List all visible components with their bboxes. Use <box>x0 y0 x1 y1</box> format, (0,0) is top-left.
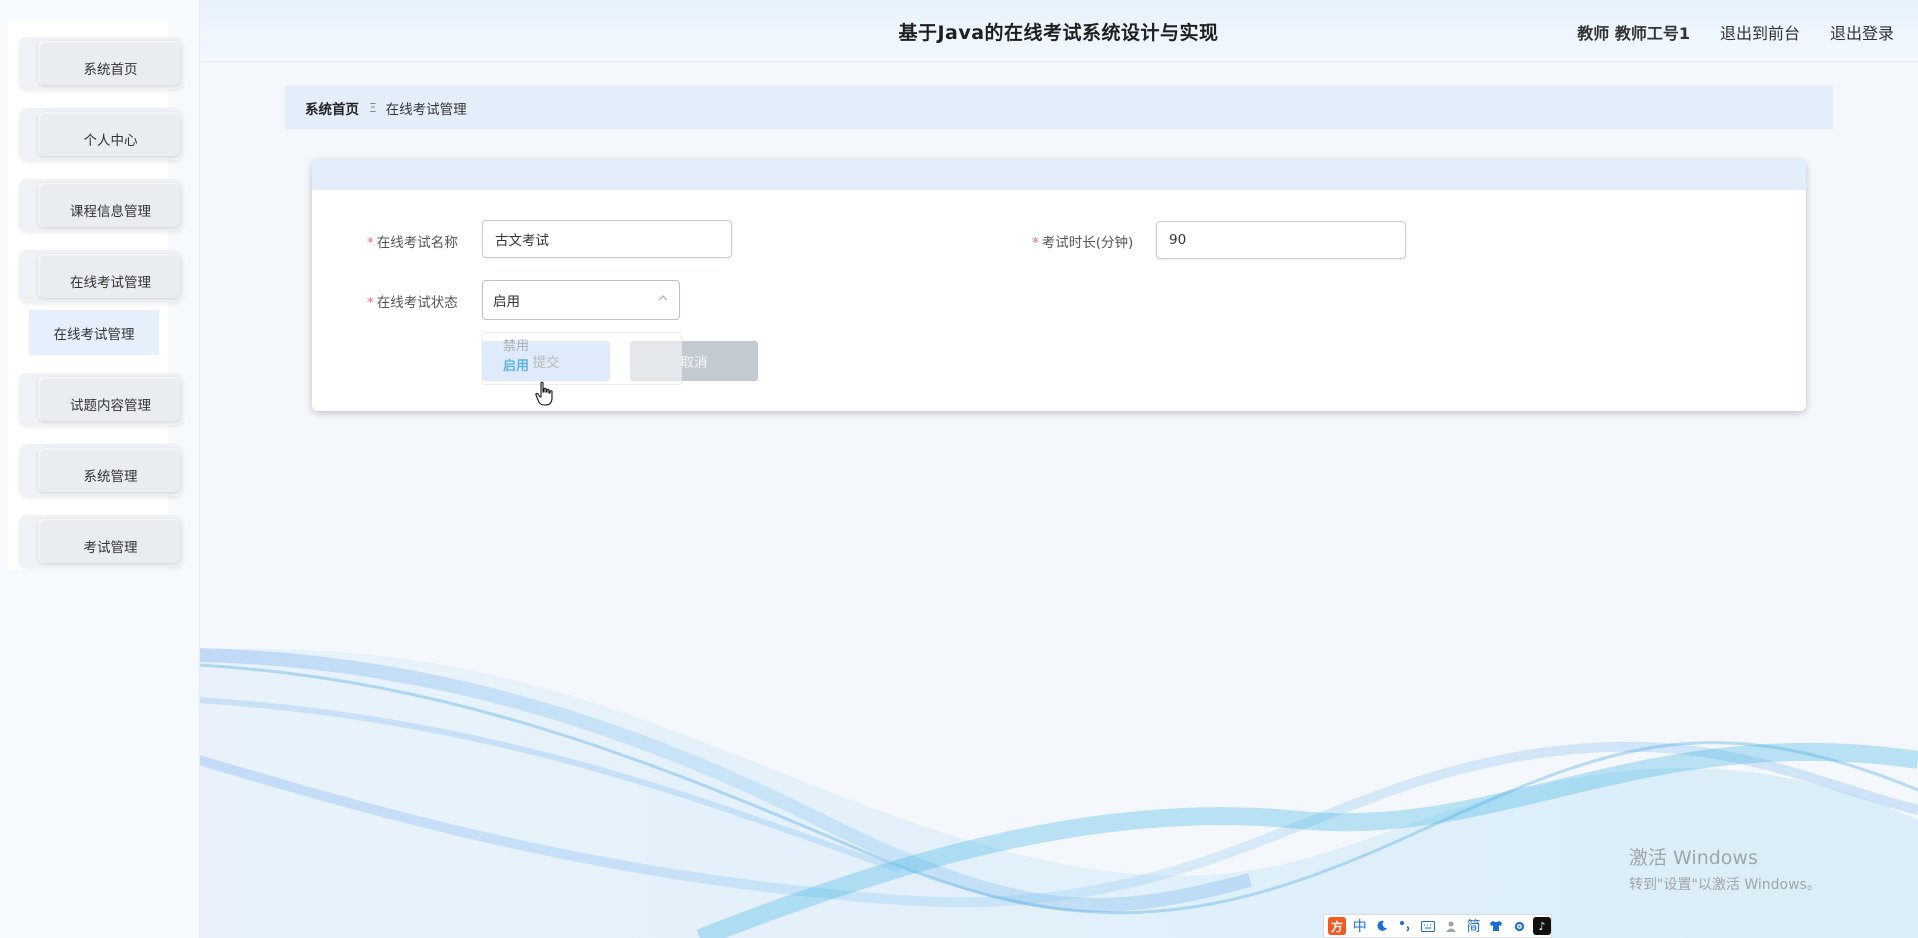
gear-icon[interactable] <box>1510 917 1528 935</box>
breadcrumb-separator-icon: Ξ <box>369 100 377 115</box>
sidebar: 系统首页 个人中心 课程信息管理 在线考试管理 在线考试管理 试题内容管理 系统… <box>0 0 200 938</box>
sidebar-item-home[interactable]: 系统首页 <box>19 37 183 89</box>
top-header: 基于Java的在线考试系统设计与实现 教师 教师工号1 退出到前台 退出登录 <box>199 0 1918 62</box>
watermark-line2: 转到"设置"以激活 Windows。 <box>1629 877 1821 893</box>
sidebar-item-online-exam[interactable]: 在线考试管理 <box>19 250 183 302</box>
chevron-up-icon <box>658 295 668 301</box>
user-icon[interactable] <box>1442 917 1460 935</box>
sidebar-item-label: 课程信息管理 <box>70 204 151 220</box>
status-select-value: 启用 <box>493 294 520 310</box>
card-header-bar <box>312 160 1806 190</box>
ime-script[interactable]: 简 <box>1465 917 1483 935</box>
exam-name-input[interactable]: 古文考试 <box>482 220 732 258</box>
sidebar-item-question-content[interactable]: 试题内容管理 <box>19 373 183 425</box>
required-mark: * <box>367 235 374 251</box>
sidebar-item-personal-center[interactable]: 个人中心 <box>19 108 183 160</box>
shirt-icon[interactable] <box>1488 917 1506 935</box>
tiktok-icon[interactable]: ♪ <box>1533 917 1551 935</box>
ime-logo-icon[interactable]: 方 <box>1328 917 1346 935</box>
breadcrumb: 系统首页 Ξ 在线考试管理 <box>285 86 1833 129</box>
sidebar-item-label: 系统管理 <box>83 469 138 485</box>
breadcrumb-current: 在线考试管理 <box>385 101 467 118</box>
watermark-line1: 激活 Windows <box>1629 847 1758 869</box>
sidebar-item-label: 系统首页 <box>83 62 138 78</box>
keyboard-icon[interactable] <box>1419 917 1437 935</box>
moon-icon[interactable] <box>1374 917 1392 935</box>
sidebar-item-exam-admin[interactable]: 考试管理 <box>19 515 183 567</box>
status-label: * 在线考试状态 <box>367 291 458 311</box>
sidebar-item-label: 在线考试管理 <box>70 275 151 291</box>
sidebar-item-label: 试题内容管理 <box>70 398 151 414</box>
exam-form-card: *在线考试名称 古文考试 *考试时长(分钟) 90 *在线考试状态 启用 提交 … <box>312 160 1806 411</box>
sidebar-item-label: 考试管理 <box>83 540 138 556</box>
status-dropdown-menu: 禁用 启用 <box>482 332 682 385</box>
submenu-item-online-exam[interactable]: 在线考试管理 <box>29 310 159 355</box>
current-user: 教师 教师工号1 <box>1577 24 1690 43</box>
exam-name-label: * 在线考试名称 <box>367 231 458 251</box>
hand-cursor-icon <box>535 381 553 406</box>
required-mark: * <box>1032 235 1039 251</box>
background-waves <box>197 648 1918 938</box>
header-user-area: 教师 教师工号1 退出到前台 退出登录 <box>1577 20 1894 44</box>
duration-input[interactable]: 90 <box>1156 221 1406 259</box>
punctuation-icon[interactable] <box>1396 917 1414 935</box>
required-mark: * <box>367 295 374 311</box>
status-label-text: 在线考试状态 <box>376 295 458 311</box>
duration-label-text: 考试时长(分钟) <box>1041 235 1134 251</box>
dropdown-option-disabled[interactable]: 禁用 <box>503 335 529 354</box>
logout-link[interactable]: 退出登录 <box>1830 20 1894 44</box>
sidebar-item-system[interactable]: 系统管理 <box>19 444 183 496</box>
sidebar-item-course-info[interactable]: 课程信息管理 <box>19 179 183 231</box>
back-to-front-link[interactable]: 退出到前台 <box>1720 20 1800 44</box>
sidebar-item-label: 个人中心 <box>83 133 138 149</box>
exam-name-label-text: 在线考试名称 <box>376 235 458 251</box>
duration-label: * 考试时长(分钟) <box>1032 231 1133 251</box>
dropdown-option-enabled[interactable]: 启用 <box>503 355 529 374</box>
ime-toolbar: 方 中 简 ♪ <box>1323 914 1552 938</box>
windows-activation-watermark: 激活 Windows 转到"设置"以激活 Windows。 <box>1629 843 1821 894</box>
breadcrumb-home[interactable]: 系统首页 <box>305 98 359 118</box>
status-select[interactable]: 启用 <box>482 280 680 320</box>
ime-mode[interactable]: 中 <box>1351 917 1369 935</box>
